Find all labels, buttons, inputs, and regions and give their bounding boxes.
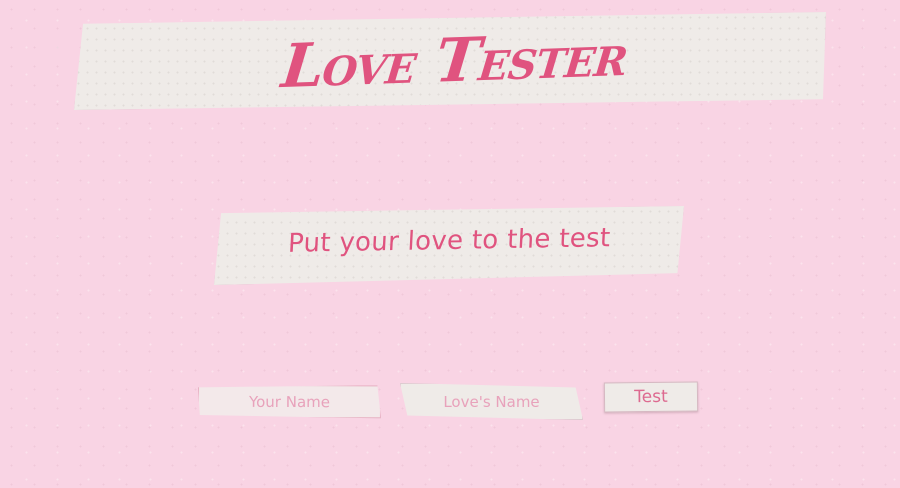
your-name-input[interactable] (199, 386, 380, 418)
subtitle: Put your love to the test (287, 222, 611, 259)
loves-name-field-wrapper (400, 383, 583, 420)
your-name-field-wrapper (198, 385, 381, 419)
title-banner: LOVE TESTER (74, 12, 826, 110)
test-button[interactable]: Test (603, 381, 699, 413)
loves-name-input[interactable] (401, 384, 582, 419)
subtitle-banner: Put your love to the test (214, 206, 684, 285)
title-letters: ESTER (476, 37, 630, 91)
app-title: LOVE TESTER (279, 20, 631, 102)
title-letters: OVE (320, 45, 419, 96)
